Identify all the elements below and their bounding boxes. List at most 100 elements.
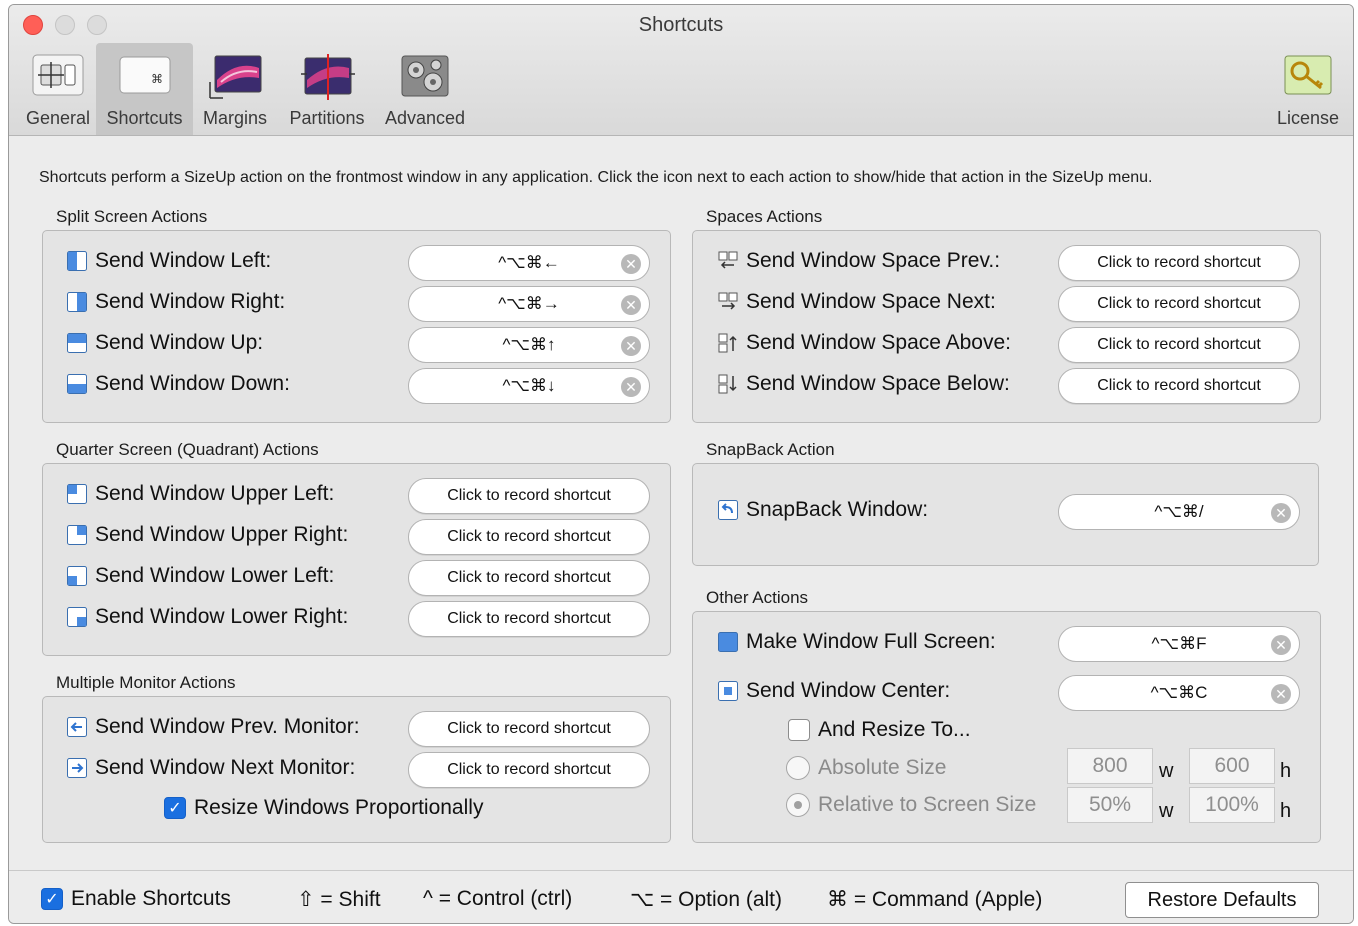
full-screen-icon[interactable] [718,632,738,652]
snapback-shortcut-field[interactable]: ^⌥⌘/ ✕ [1058,494,1300,530]
width-unit: w [1159,760,1174,782]
spaces-group-title: Spaces Actions [706,207,823,226]
send-window-down-row: Send Window Down: [67,372,290,396]
space-above-row: Send Window Space Above: [718,331,1011,355]
snapback-group-title: SnapBack Action [706,440,835,459]
enable-shortcuts-label: Enable Shortcuts [71,887,231,910]
and-resize-checkbox[interactable]: And Resize To... [788,718,971,742]
radio-selected-icon[interactable] [786,793,810,817]
lower-left-shortcut-button[interactable]: Click to record shortcut [408,560,650,596]
upper-right-row: Send Window Upper Right: [67,523,348,547]
upper-right-shortcut-button[interactable]: Click to record shortcut [408,519,650,555]
space-below-icon[interactable] [718,374,738,394]
clear-icon[interactable]: ✕ [1271,503,1291,523]
lower-right-label: Send Window Lower Right: [95,605,349,628]
record-shortcut-label: Click to record shortcut [447,761,611,778]
space-prev-label: Send Window Space Prev.: [746,249,1001,272]
checkmark-icon[interactable]: ✓ [41,888,63,910]
upper-left-shortcut-button[interactable]: Click to record shortcut [408,478,650,514]
clear-icon[interactable]: ✕ [621,377,641,397]
preferences-window: Shortcuts General ⌘ Shortcuts Margins Pa… [8,4,1354,924]
tab-partitions[interactable]: Partitions [279,43,375,135]
space-next-shortcut-button[interactable]: Click to record shortcut [1058,286,1300,322]
space-prev-shortcut-button[interactable]: Click to record shortcut [1058,245,1300,281]
window-down-icon[interactable] [67,374,87,394]
space-above-shortcut-button[interactable]: Click to record shortcut [1058,327,1300,363]
legend-option: ⌥ = Option (alt) [630,888,783,911]
quarter-group-title: Quarter Screen (Quadrant) Actions [56,440,319,459]
prev-monitor-icon[interactable] [67,717,87,737]
record-shortcut-label: Click to record shortcut [447,720,611,737]
lower-left-label: Send Window Lower Left: [95,564,335,587]
window-up-icon[interactable] [67,333,87,353]
clear-icon[interactable]: ✕ [1271,684,1291,704]
send-window-up-label: Send Window Up: [95,331,264,354]
snapback-label: SnapBack Window: [746,498,929,521]
key-icon [1283,54,1333,101]
clear-icon[interactable]: ✕ [621,295,641,315]
window-upper-right-icon[interactable] [67,525,87,545]
clear-icon[interactable]: ✕ [621,254,641,274]
next-monitor-icon[interactable] [67,758,87,778]
absolute-width-input[interactable]: 800 [1067,748,1153,784]
center-shortcut-field[interactable]: ^⌥⌘C ✕ [1058,675,1300,711]
next-monitor-label: Send Window Next Monitor: [95,756,356,779]
relative-height-input[interactable]: 100% [1189,787,1275,823]
space-next-icon[interactable] [718,292,738,312]
and-resize-label: And Resize To... [818,718,971,741]
window-upper-left-icon[interactable] [67,484,87,504]
space-below-shortcut-button[interactable]: Click to record shortcut [1058,368,1300,404]
relative-width-input[interactable]: 50% [1067,787,1153,823]
tab-advanced[interactable]: Advanced [379,43,471,135]
tab-license-label: License [1276,108,1340,128]
snapback-shortcut: ^⌥⌘/ [1154,502,1204,521]
window-right-icon[interactable] [67,292,87,312]
clear-icon[interactable]: ✕ [621,336,641,356]
resize-proportionally-checkbox[interactable]: ✓ Resize Windows Proportionally [164,796,483,820]
clear-icon[interactable]: ✕ [1271,635,1291,655]
send-window-right-shortcut-field[interactable]: ^⌥⌘→ ✕ [408,286,650,322]
full-screen-label: Make Window Full Screen: [746,630,996,653]
relative-size-radio[interactable]: Relative to Screen Size [786,793,1036,817]
general-icon [32,54,84,101]
center-icon[interactable] [718,681,738,701]
snapback-icon[interactable] [718,500,738,520]
window-lower-left-icon[interactable] [67,566,87,586]
space-above-label: Send Window Space Above: [746,331,1012,354]
tab-margins-label: Margins [202,108,268,128]
next-monitor-shortcut-button[interactable]: Click to record shortcut [408,752,650,788]
tab-general[interactable]: General [15,43,101,135]
legend-shift: ⇧ = Shift [297,888,381,911]
absolute-size-radio[interactable]: Absolute Size [786,756,946,780]
enable-shortcuts-checkbox[interactable]: ✓ Enable Shortcuts [41,887,231,911]
absolute-height-input[interactable]: 600 [1189,748,1275,784]
send-window-down-shortcut-field[interactable]: ^⌥⌘↓ ✕ [408,368,650,404]
checkbox-icon[interactable] [788,719,810,741]
margins-icon [207,54,263,105]
space-prev-row: Send Window Space Prev.: [718,249,1000,273]
send-window-up-shortcut-field[interactable]: ^⌥⌘↑ ✕ [408,327,650,363]
checkmark-icon[interactable]: ✓ [164,797,186,819]
record-shortcut-label: Click to record shortcut [447,610,611,627]
window-lower-right-icon[interactable] [67,607,87,627]
send-window-up-shortcut: ^⌥⌘↑ [502,335,556,354]
send-window-left-shortcut-field[interactable]: ^⌥⌘← ✕ [408,245,650,281]
height-unit: h [1280,800,1292,822]
space-above-icon[interactable] [718,333,738,353]
height-unit: h [1280,760,1292,782]
record-shortcut-label: Click to record shortcut [1097,336,1261,353]
lower-right-shortcut-button[interactable]: Click to record shortcut [408,601,650,637]
send-window-right-shortcut: ^⌥⌘→ [498,294,560,313]
prev-monitor-shortcut-button[interactable]: Click to record shortcut [408,711,650,747]
full-screen-shortcut-field[interactable]: ^⌥⌘F ✕ [1058,626,1300,662]
restore-defaults-button[interactable]: Restore Defaults [1125,882,1319,918]
center-row: Send Window Center: [718,679,950,703]
tab-license[interactable]: License [1269,43,1347,135]
space-prev-icon[interactable] [718,251,738,271]
shortcuts-icon: ⌘ [119,54,171,101]
window-left-icon[interactable] [67,251,87,271]
tab-shortcuts[interactable]: ⌘ Shortcuts [96,43,193,135]
tab-margins[interactable]: Margins [195,43,275,135]
radio-icon[interactable] [786,756,810,780]
space-below-label: Send Window Space Below: [746,372,1010,395]
